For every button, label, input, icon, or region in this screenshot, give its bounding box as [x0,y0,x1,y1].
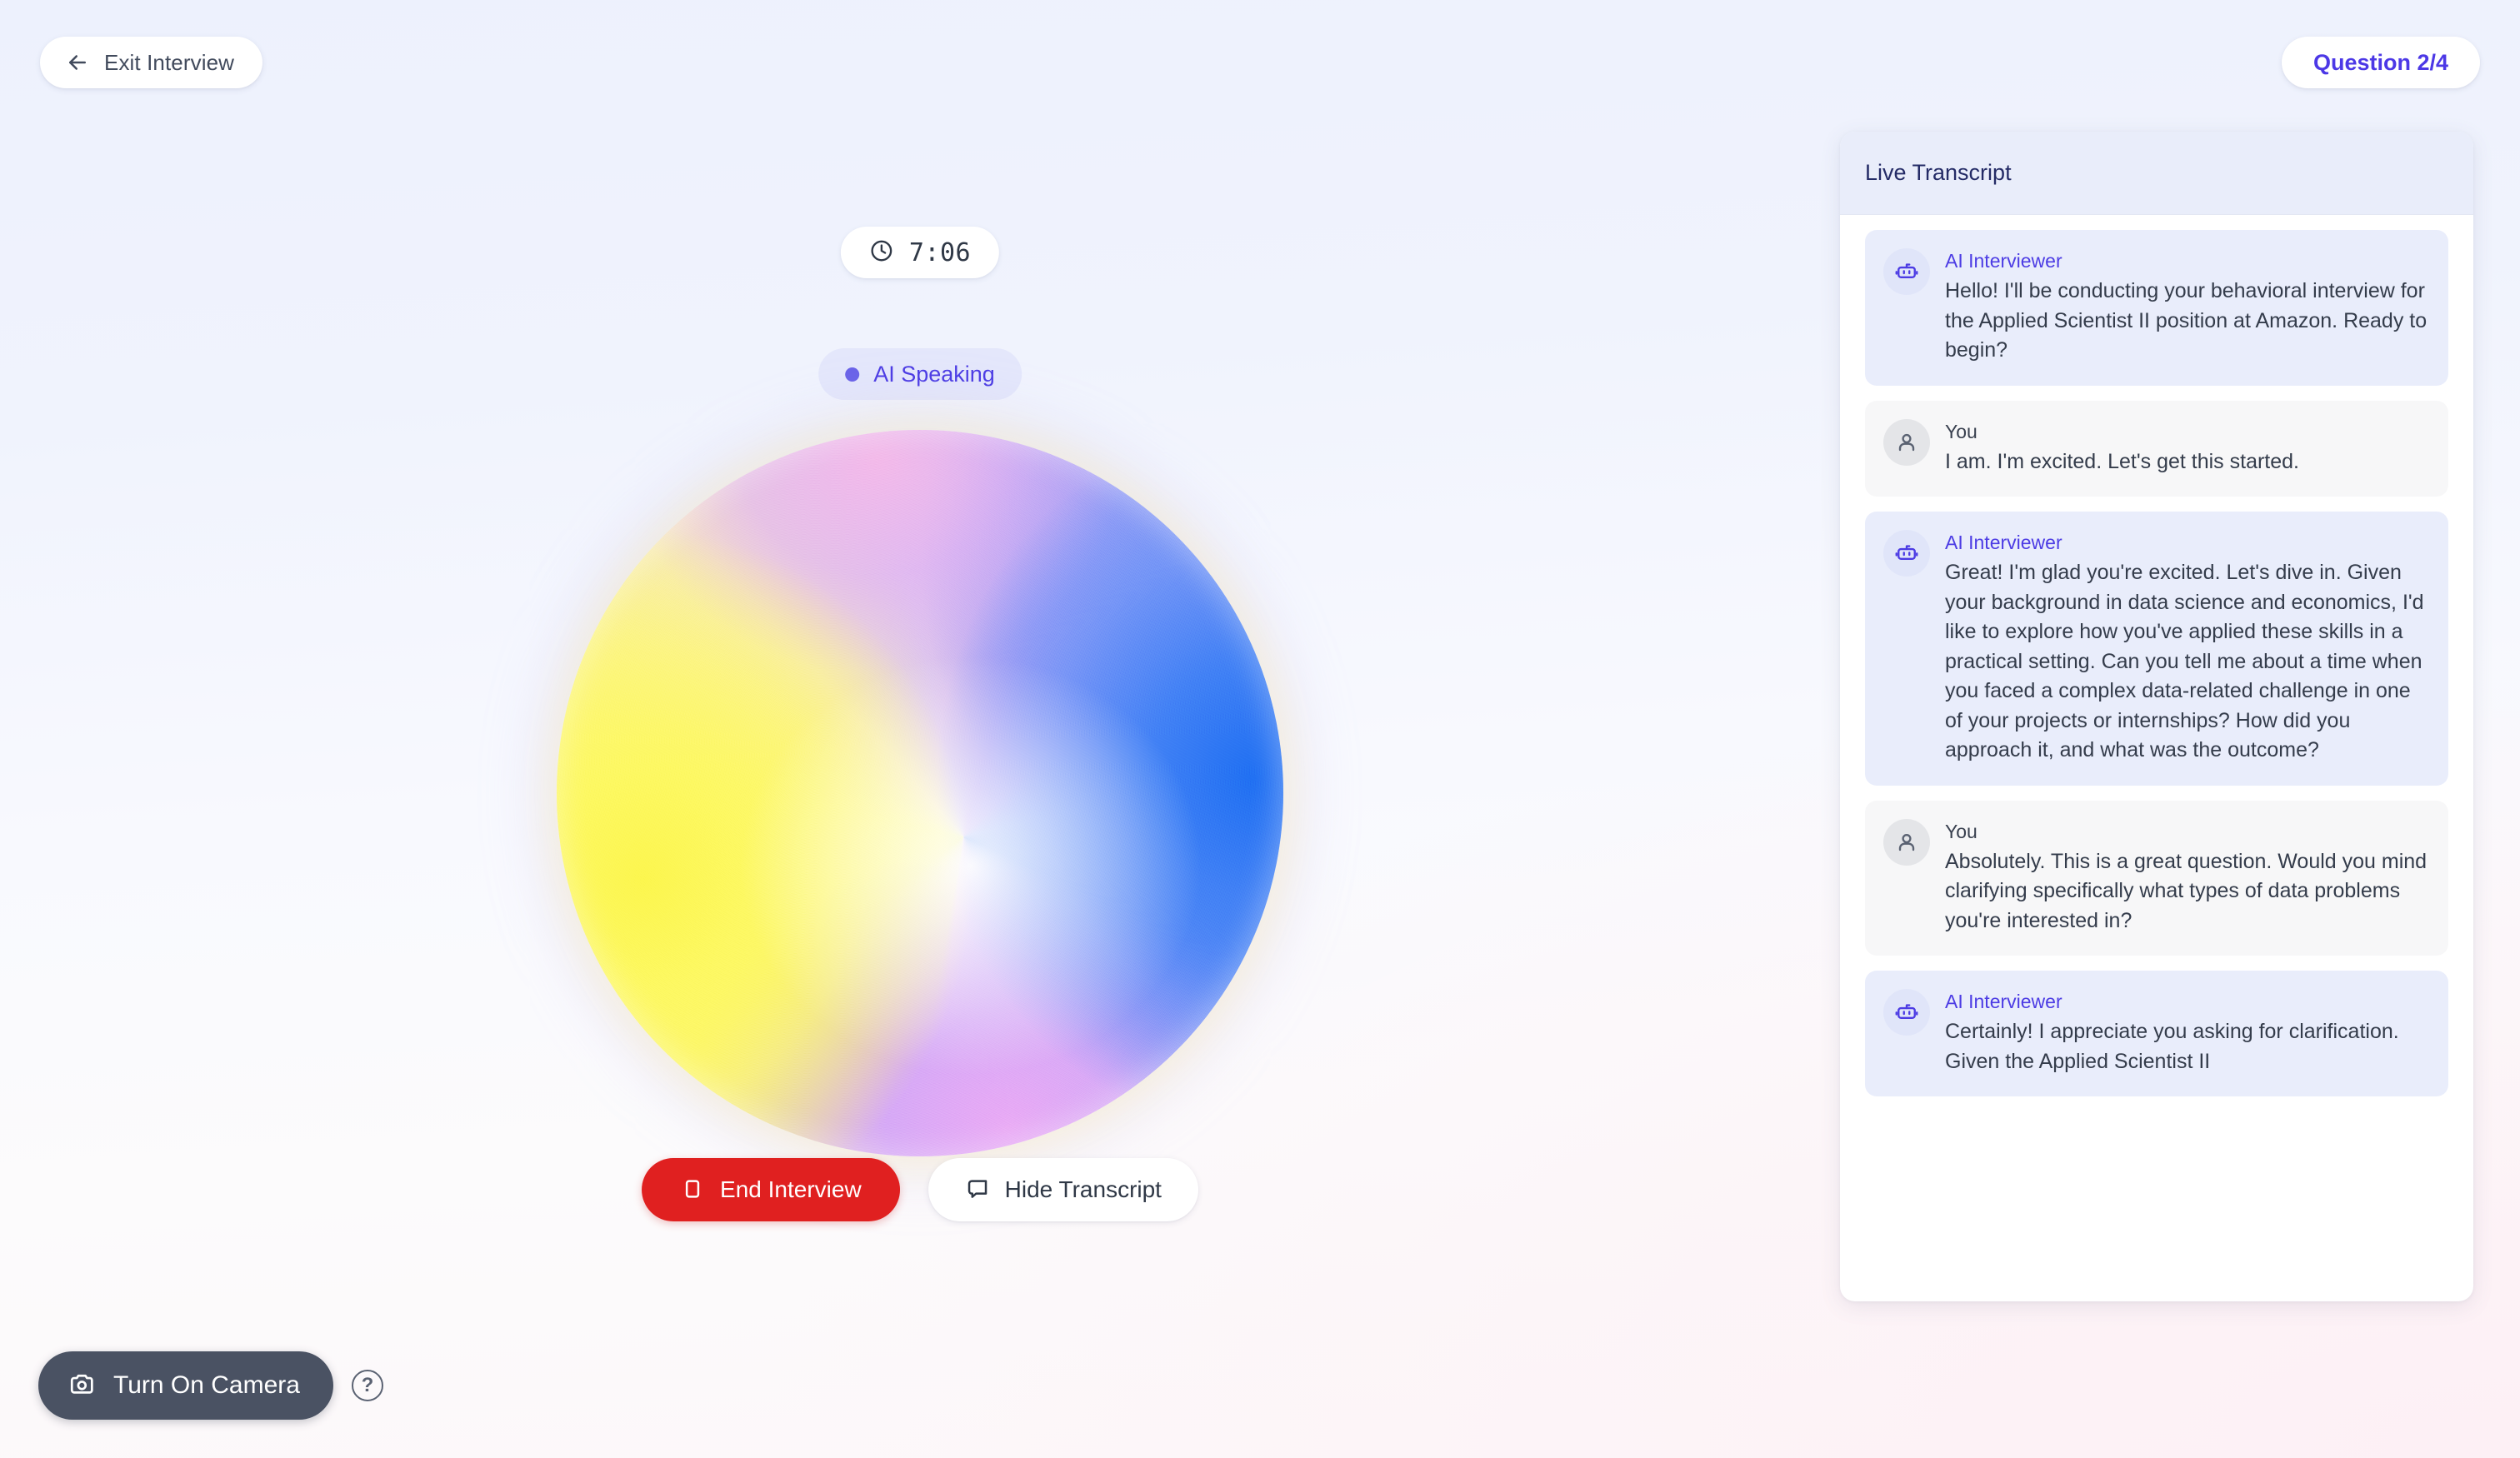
camera-control-bar: Turn On Camera ? [38,1351,383,1420]
transcript-message-content: AI Interviewer Certainly! I appreciate yo… [1945,989,2428,1076]
help-glyph: ? [361,1374,374,1396]
question-counter-label: Question 2/4 [2312,49,2448,75]
question-counter-badge: Question 2/4 [2281,37,2480,88]
robot-icon [1883,530,1930,577]
transcript-message-user: You I am. I'm excited. Let's get this sta… [1865,400,2448,497]
transcript-message-text: Great! I'm glad you're excited. Let's di… [1945,561,2424,762]
clock-icon [869,238,894,267]
live-transcript-panel: Live Transcript AI Interviewer Hello! I'l… [1840,132,2473,1301]
turn-on-camera-label: Turn On Camera [113,1371,300,1399]
turn-on-camera-button[interactable]: Turn On Camera [38,1351,333,1420]
interview-stage: 7:06 AI Speaking End Interview Hide Tran… [0,0,1840,1458]
transcript-message-text: Absolutely. This is a great question. Wo… [1945,849,2428,932]
transcript-message-ai: AI Interviewer Great! I'm glad you're exc… [1865,512,2448,786]
person-icon [1883,418,1930,466]
ai-voice-orb-rim [557,430,1283,1156]
question-mark-circle-icon[interactable]: ? [351,1370,383,1401]
interview-action-bar: End Interview Hide Transcript [642,1158,1198,1221]
transcript-title: Live Transcript [1865,160,2012,185]
robot-icon [1883,989,1930,1036]
transcript-message-ai: AI Interviewer Certainly! I appreciate yo… [1865,971,2448,1097]
transcript-message-text: Hello! I'll be conducting your behaviora… [1945,279,2428,362]
timer-value: 7:06 [908,237,972,267]
end-interview-label: End Interview [720,1176,862,1202]
transcript-message-text: I am. I'm excited. Let's get this starte… [1945,449,2299,473]
ai-speaking-label: AI Speaking [873,361,995,387]
ai-speaking-status: AI Speaking [818,348,1022,400]
transcript-message-author: AI Interviewer [1945,250,2062,272]
transcript-message-author: AI Interviewer [1945,532,2062,554]
stop-square-icon [680,1176,705,1204]
ai-voice-orb [557,430,1283,1156]
transcript-message-ai: AI Interviewer Hello! I'll be conducting … [1865,230,2448,386]
robot-icon [1883,248,1930,295]
transcript-message-text: Certainly! I appreciate you asking for c… [1945,1020,2399,1073]
hide-transcript-button[interactable]: Hide Transcript [928,1158,1198,1221]
end-interview-button[interactable]: End Interview [642,1158,900,1221]
interview-timer: 7:06 [840,227,1000,278]
transcript-message-author: You [1945,820,1978,842]
speech-bubble-icon [965,1176,990,1204]
hide-transcript-label: Hide Transcript [1004,1176,1162,1202]
transcript-message-user: You Absolutely. This is a great question.… [1865,800,2448,956]
status-dot-icon [845,367,860,382]
transcript-header: Live Transcript [1840,132,2473,215]
transcript-message-content: You Absolutely. This is a great question.… [1945,819,2428,936]
transcript-message-author: You [1945,420,1978,442]
transcript-message-content: You I am. I'm excited. Let's get this sta… [1945,419,2299,477]
transcript-message-content: AI Interviewer Hello! I'll be conducting … [1945,248,2428,366]
ai-voice-orb-gradient [557,430,1283,1156]
transcript-message-list[interactable]: AI Interviewer Hello! I'll be conducting … [1840,215,2473,1301]
transcript-message-content: AI Interviewer Great! I'm glad you're exc… [1945,530,2428,766]
camera-icon [68,1371,97,1401]
transcript-message-author: AI Interviewer [1945,991,2062,1013]
person-icon [1883,818,1930,866]
